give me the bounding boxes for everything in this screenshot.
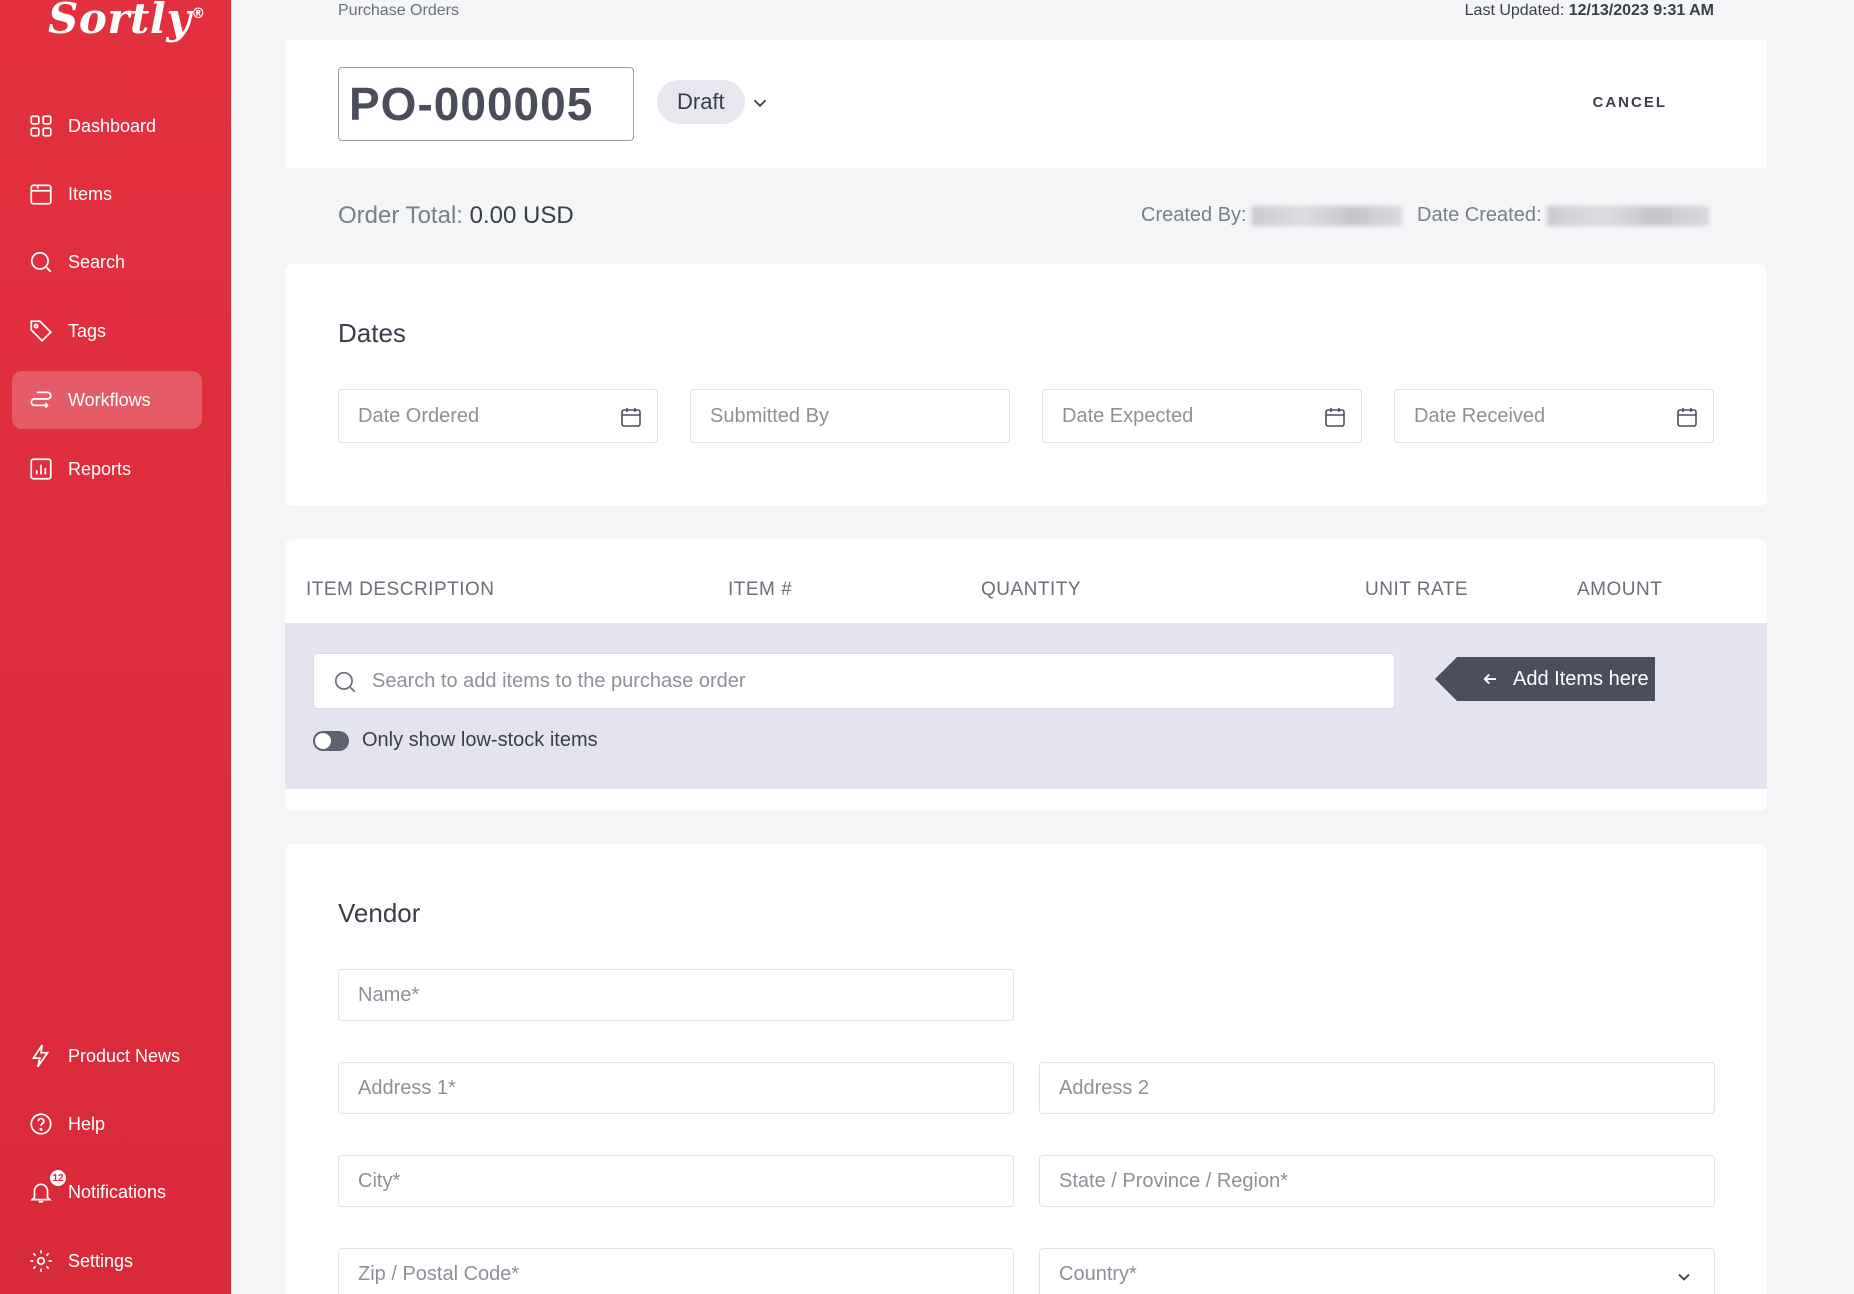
po-number-field[interactable]: PO-000005 bbox=[338, 67, 634, 141]
sidebar-item-help[interactable]: Help bbox=[12, 1095, 202, 1153]
items-icon bbox=[30, 184, 52, 205]
sidebar-item-settings[interactable]: Settings bbox=[12, 1232, 202, 1290]
calendar-icon[interactable] bbox=[619, 405, 643, 429]
sidebar-item-label: Dashboard bbox=[68, 115, 157, 136]
workflows-icon bbox=[30, 391, 52, 409]
address2-field[interactable]: Address 2 bbox=[1039, 1062, 1715, 1114]
sidebar-item-label: Items bbox=[68, 183, 113, 204]
sidebar-item-product-news[interactable]: Product News bbox=[12, 1027, 202, 1085]
date-expected-field[interactable]: Date Expected bbox=[1042, 389, 1362, 443]
dashboard-icon bbox=[30, 115, 52, 137]
lightning-icon bbox=[31, 1044, 50, 1068]
reports-icon bbox=[30, 458, 52, 480]
calendar-icon[interactable] bbox=[1323, 405, 1347, 429]
date-received-field[interactable]: Date Received bbox=[1394, 389, 1714, 443]
sidebar-item-label: Notifications bbox=[68, 1181, 167, 1202]
redacted-name bbox=[1252, 205, 1403, 226]
sidebar-item-label: Settings bbox=[68, 1250, 134, 1271]
chevron-down-icon[interactable] bbox=[749, 92, 771, 114]
sidebar-item-reports[interactable]: Reports bbox=[12, 440, 202, 498]
vendor-name-field[interactable]: Name* bbox=[338, 969, 1014, 1021]
column-header: ITEM # bbox=[728, 579, 793, 600]
column-header: AMOUNT bbox=[1577, 579, 1663, 600]
gear-icon bbox=[30, 1250, 52, 1272]
sidebar-item-search[interactable]: Search bbox=[12, 233, 202, 291]
cancel-button[interactable]: CANCEL bbox=[1593, 94, 1668, 111]
redacted-date bbox=[1547, 205, 1710, 226]
address1-field[interactable]: Address 1* bbox=[338, 1062, 1014, 1114]
sidebar: Sortly® Dashboard Items Search Tags Work… bbox=[0, 0, 231, 1294]
add-items-hint: Add Items here bbox=[1435, 657, 1655, 701]
submitted-by-field[interactable]: Submitted By bbox=[690, 389, 1010, 443]
column-header: UNIT RATE bbox=[1365, 579, 1469, 600]
chevron-down-icon bbox=[1678, 1273, 1690, 1281]
help-icon bbox=[30, 1113, 52, 1135]
dates-title: Dates bbox=[338, 318, 406, 348]
items-card: ITEM DESCRIPTION ITEM # QUANTITY UNIT RA… bbox=[285, 539, 1767, 811]
po-header: PO-000005 Draft CANCEL bbox=[285, 40, 1767, 168]
add-items-area: Search to add items to the purchase orde… bbox=[285, 623, 1767, 789]
search-icon bbox=[30, 251, 52, 273]
sidebar-item-tags[interactable]: Tags bbox=[12, 302, 202, 360]
low-stock-label: Only show low-stock items bbox=[362, 729, 598, 751]
date-created: Date Created: bbox=[1417, 204, 1710, 227]
date-ordered-field[interactable]: Date Ordered bbox=[338, 389, 658, 443]
column-header: QUANTITY bbox=[981, 579, 1082, 600]
bell-icon bbox=[30, 1183, 52, 1203]
item-search-input[interactable]: Search to add items to the purchase orde… bbox=[313, 653, 1395, 709]
dates-card: Dates Date Ordered Submitted By Date Exp… bbox=[285, 264, 1767, 506]
order-total: Order Total: 0.00 USD bbox=[338, 202, 574, 229]
sidebar-item-dashboard[interactable]: Dashboard bbox=[12, 97, 202, 155]
tag-icon bbox=[30, 320, 52, 342]
zip-field[interactable]: Zip / Postal Code* bbox=[338, 1248, 1014, 1294]
sidebar-item-label: Reports bbox=[68, 458, 132, 479]
search-icon bbox=[334, 671, 356, 693]
sidebar-item-label: Product News bbox=[68, 1045, 181, 1066]
sidebar-item-workflows[interactable]: Workflows bbox=[12, 371, 202, 429]
sidebar-item-label: Help bbox=[68, 1113, 106, 1134]
vendor-title: Vendor bbox=[338, 898, 421, 928]
sidebar-item-label: Search bbox=[68, 251, 126, 272]
sidebar-item-notifications[interactable]: 12 Notifications bbox=[12, 1163, 202, 1221]
status-badge[interactable]: Draft bbox=[657, 80, 745, 124]
notification-badge: 12 bbox=[50, 1170, 66, 1186]
sortly-logo[interactable]: Sortly® bbox=[48, 0, 206, 43]
arrow-left-icon bbox=[1483, 673, 1496, 685]
sidebar-item-items[interactable]: Items bbox=[12, 165, 202, 223]
calendar-icon[interactable] bbox=[1675, 405, 1699, 429]
column-header: ITEM DESCRIPTION bbox=[306, 579, 495, 600]
country-select[interactable]: Country* bbox=[1039, 1248, 1715, 1294]
low-stock-toggle[interactable] bbox=[313, 731, 349, 751]
breadcrumb[interactable]: Purchase Orders bbox=[338, 2, 459, 20]
last-updated: Last Updated: 12/13/2023 9:31 AM bbox=[1464, 2, 1714, 19]
sidebar-item-label: Tags bbox=[68, 320, 107, 341]
vendor-card: Vendor Name* Address 1* Address 2 City* … bbox=[285, 844, 1767, 1294]
created-by: Created By: bbox=[1141, 204, 1403, 227]
sidebar-item-label: Workflows bbox=[68, 389, 151, 410]
city-field[interactable]: City* bbox=[338, 1155, 1014, 1207]
state-field[interactable]: State / Province / Region* bbox=[1039, 1155, 1715, 1207]
